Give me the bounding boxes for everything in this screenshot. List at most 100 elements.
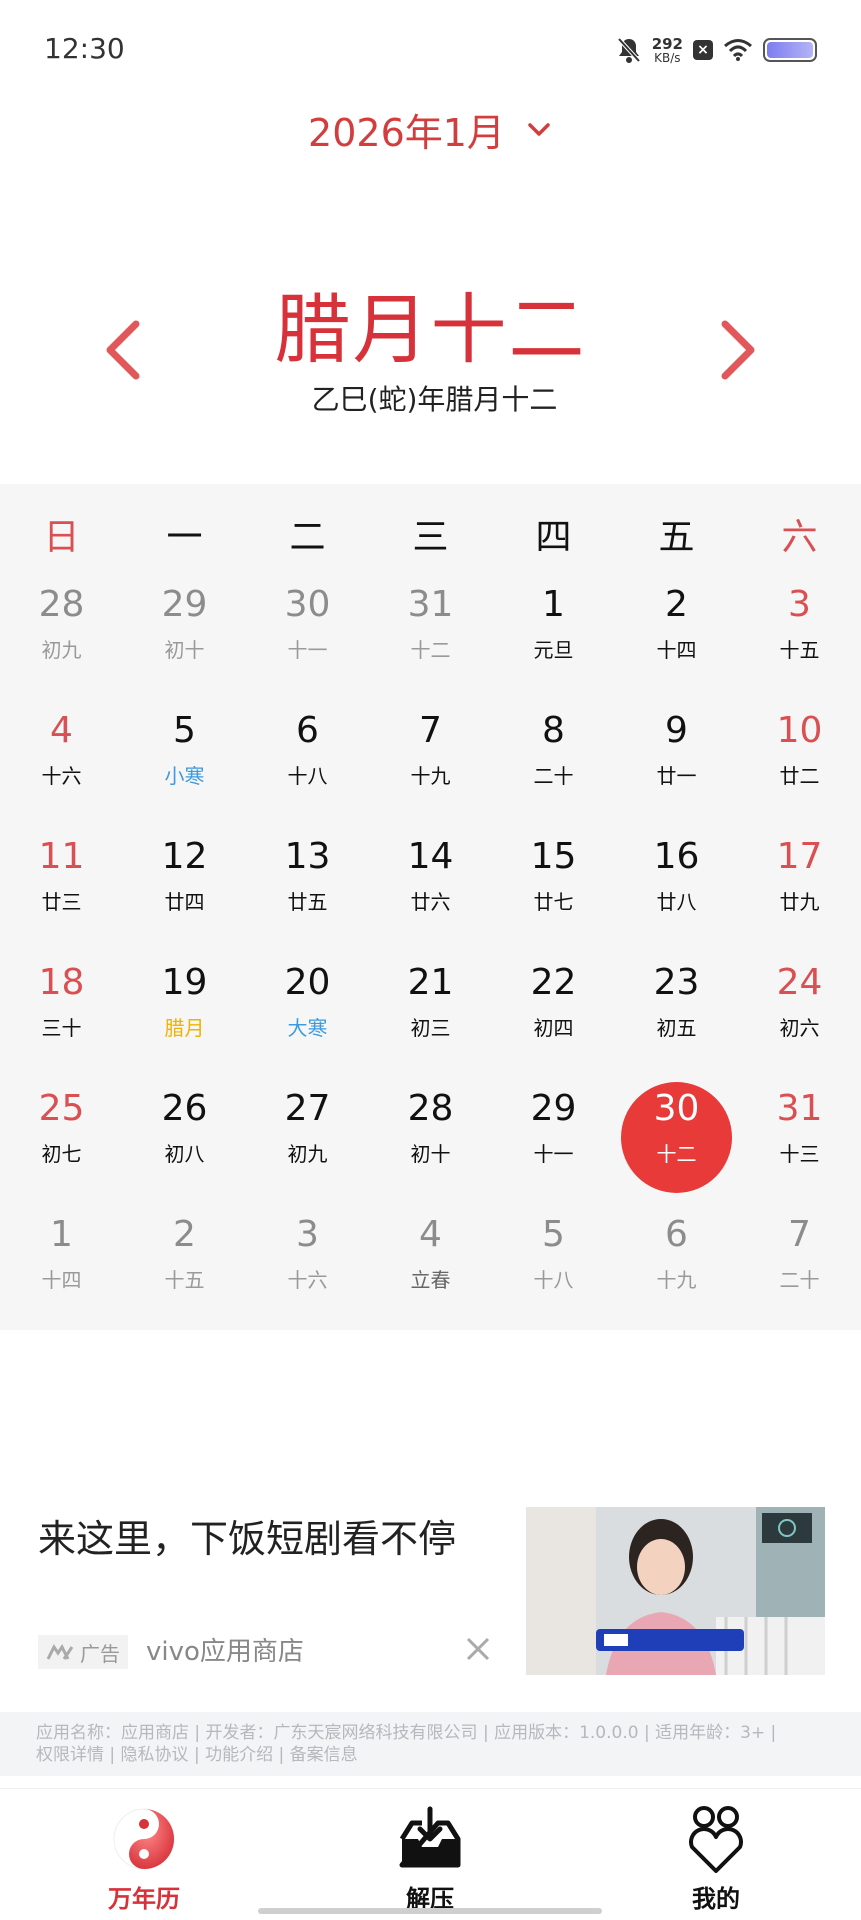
- day-cell[interactable]: 5 小寒: [123, 700, 246, 826]
- day-cell[interactable]: 5 十八: [492, 1204, 615, 1330]
- day-cell[interactable]: 4 立春: [369, 1204, 492, 1330]
- day-cell[interactable]: 8 二十: [492, 700, 615, 826]
- day-cell[interactable]: 14 廿六: [369, 826, 492, 952]
- day-cell[interactable]: 28 初九: [0, 574, 123, 700]
- weekday-label: 日: [43, 517, 80, 558]
- day-lunar-label: 大寒: [287, 1016, 328, 1040]
- day-cell[interactable]: 21 初三: [369, 952, 492, 1078]
- day-cell[interactable]: 4 十六: [0, 700, 123, 826]
- day-cell[interactable]: 7 二十: [738, 1204, 861, 1330]
- day-number: 16: [653, 836, 700, 877]
- day-cell[interactable]: 28 初十: [369, 1078, 492, 1204]
- day-cell[interactable]: 30 十一: [246, 574, 369, 700]
- day-cell[interactable]: 24 初六: [738, 952, 861, 1078]
- day-lunar-label: 三十: [41, 1016, 82, 1040]
- day-cell[interactable]: 26 初八: [123, 1078, 246, 1204]
- weekday-label: 四: [535, 517, 572, 558]
- app-info-line: 应用名称：应用商店 | 开发者：广东天宸网络科技有限公司 | 应用版本：1.0.…: [36, 1723, 777, 1743]
- day-cell[interactable]: 13 廿五: [246, 826, 369, 952]
- day-cell[interactable]: 6 十九: [615, 1204, 738, 1330]
- day-number: 12: [161, 836, 208, 877]
- day-lunar-label: 十八: [533, 1268, 574, 1292]
- day-lunar-label: 廿九: [779, 890, 820, 914]
- day-cell[interactable]: 23 初五: [615, 952, 738, 1078]
- day-cell[interactable]: 1 元旦: [492, 574, 615, 700]
- day-cell[interactable]: 31 十二: [369, 574, 492, 700]
- home-indicator[interactable]: [258, 1908, 602, 1914]
- day-number: 14: [407, 836, 454, 877]
- chevron-down-icon[interactable]: [525, 116, 553, 144]
- day-lunar-label: 十六: [287, 1268, 328, 1292]
- day-cell[interactable]: 19 腊月: [123, 952, 246, 1078]
- day-lunar-label: 初五: [656, 1016, 697, 1040]
- permission-details-link[interactable]: 权限详情: [36, 1745, 104, 1765]
- weekday-label: 二: [289, 517, 326, 558]
- day-cell[interactable]: 18 三十: [0, 952, 123, 1078]
- calendar-app-screen: 12:30 292 KB/s × 2026年1月 腊月十二 乙巳(蛇)年腊月十二…: [0, 0, 861, 1920]
- day-number: 1: [50, 1214, 73, 1255]
- day-number: 2: [665, 584, 688, 625]
- day-lunar-label: 十九: [656, 1268, 697, 1292]
- ad-card[interactable]: 来这里，下饭短剧看不停 广告 vivo应用商店: [0, 1490, 861, 1710]
- day-cell[interactable]: 17 廿九: [738, 826, 861, 952]
- day-number: 1: [542, 584, 565, 625]
- day-cell[interactable]: 9 廿一: [615, 700, 738, 826]
- net-speed-value: 292: [651, 34, 683, 53]
- day-number: 9: [665, 710, 688, 751]
- nav-item-mine[interactable]: 我的: [616, 1803, 816, 1913]
- day-cell-selected[interactable]: 30 十二: [615, 1078, 738, 1204]
- day-lunar-label: 廿七: [533, 890, 574, 914]
- day-number: 3: [788, 584, 811, 625]
- privacy-policy-link[interactable]: 隐私协议: [121, 1745, 189, 1765]
- day-cell[interactable]: 2 十四: [615, 574, 738, 700]
- day-cell[interactable]: 10 廿二: [738, 700, 861, 826]
- day-cell[interactable]: 7 十九: [369, 700, 492, 826]
- day-cell[interactable]: 11 廿三: [0, 826, 123, 952]
- day-number: 23: [653, 962, 700, 1003]
- nav-item-relax[interactable]: 解压: [330, 1803, 530, 1913]
- day-number: 25: [38, 1088, 85, 1129]
- day-cell[interactable]: 15 廿七: [492, 826, 615, 952]
- day-lunar-label: 腊月: [164, 1016, 205, 1040]
- feature-intro-link[interactable]: 功能介绍: [205, 1745, 273, 1765]
- ad-title[interactable]: 来这里，下饭短剧看不停: [38, 1508, 456, 1563]
- day-number: 6: [296, 710, 319, 751]
- day-lunar-label: 廿五: [287, 890, 328, 914]
- wifi-icon: [723, 38, 753, 62]
- month-selector[interactable]: 2026年1月: [0, 102, 861, 157]
- day-number: 7: [788, 1214, 811, 1255]
- day-lunar-label: 初六: [779, 1016, 820, 1040]
- ad-image[interactable]: [526, 1507, 825, 1675]
- day-lunar-label: 二十: [779, 1268, 820, 1292]
- day-cell[interactable]: 25 初七: [0, 1078, 123, 1204]
- day-cell[interactable]: 27 初九: [246, 1078, 369, 1204]
- day-cell[interactable]: 16 廿八: [615, 826, 738, 952]
- day-lunar-label: 廿三: [41, 890, 82, 914]
- day-lunar-label: 十八: [287, 764, 328, 788]
- day-cell[interactable]: 3 十六: [246, 1204, 369, 1330]
- day-cell[interactable]: 6 十八: [246, 700, 369, 826]
- month-title[interactable]: 2026年1月: [308, 102, 505, 157]
- nav-item-calendar[interactable]: 万年历: [44, 1803, 244, 1913]
- day-lunar-label: 立春: [410, 1268, 451, 1292]
- day-lunar-label: 十二: [656, 1142, 697, 1166]
- day-number: 2: [173, 1214, 196, 1255]
- day-number: 17: [776, 836, 823, 877]
- day-lunar-label: 十一: [533, 1142, 574, 1166]
- day-cell[interactable]: 12 廿四: [123, 826, 246, 952]
- day-cell[interactable]: 22 初四: [492, 952, 615, 1078]
- day-cell[interactable]: 2 十五: [123, 1204, 246, 1330]
- day-number: 4: [419, 1214, 442, 1255]
- day-lunar-label: 十九: [410, 764, 451, 788]
- day-cell[interactable]: 31 十三: [738, 1078, 861, 1204]
- close-icon[interactable]: [460, 1631, 496, 1667]
- day-cell[interactable]: 29 十一: [492, 1078, 615, 1204]
- day-cell[interactable]: 20 大寒: [246, 952, 369, 1078]
- filing-info-link[interactable]: 备案信息: [290, 1745, 358, 1765]
- bell-muted-icon: [616, 36, 642, 64]
- close-box-icon: ×: [693, 40, 713, 60]
- day-cell[interactable]: 29 初十: [123, 574, 246, 700]
- day-cell[interactable]: 1 十四: [0, 1204, 123, 1330]
- day-number: 29: [530, 1088, 577, 1129]
- day-cell[interactable]: 3 十五: [738, 574, 861, 700]
